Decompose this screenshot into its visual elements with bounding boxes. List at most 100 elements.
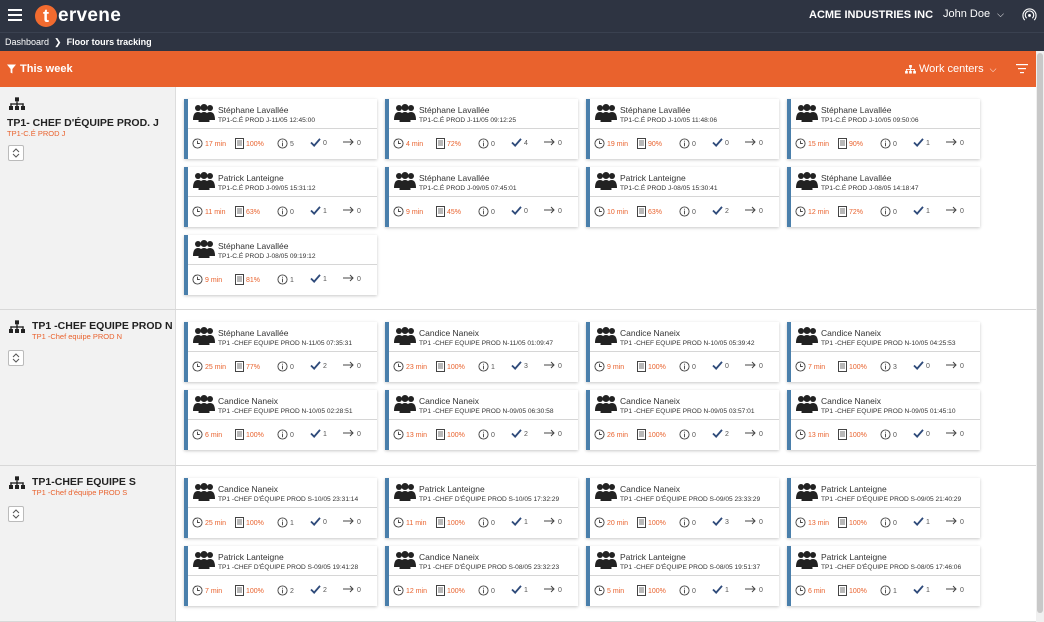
actions-stat: 0 — [946, 361, 964, 371]
sort-icon[interactable] — [1016, 64, 1028, 74]
period-filter[interactable]: This week — [7, 63, 73, 75]
user-menu[interactable]: John Doe ⌵ — [943, 8, 1004, 20]
tour-card[interactable]: Patrick Lanteigne TP1 -CHEF D'ÉQUIPE PROD… — [184, 546, 377, 606]
actions-value: 0 — [960, 362, 964, 370]
issues-stat: 0 — [478, 429, 495, 442]
expand-toggle-button[interactable] — [8, 145, 24, 161]
logo-mark: t — [35, 5, 57, 27]
checks-stat: 1 — [712, 585, 729, 596]
actions-value: 0 — [357, 586, 361, 594]
duration-stat: 25 min — [192, 361, 226, 374]
group-subtitle: TP1 -Chef equipe PROD N — [32, 332, 123, 341]
card-stats: 7 min 100% 3 0 0 — [791, 353, 980, 382]
check-icon — [712, 585, 725, 596]
check-icon — [913, 206, 926, 217]
checks-stat: 1 — [913, 138, 930, 149]
tour-card[interactable]: Patrick Lanteigne TP1 -CHEF D'ÉQUIPE PROD… — [586, 546, 779, 606]
completion-value: 100% — [648, 432, 666, 439]
tour-card[interactable]: Candice Naneix TP1 -CHEF EQUIPE PROD N-09… — [586, 390, 779, 450]
check-icon — [511, 206, 524, 217]
card-stats: 9 min 81% 1 1 0 — [188, 266, 377, 295]
duration-stat: 25 min — [192, 517, 226, 530]
tour-card[interactable]: Patrick Lanteigne TP1 -CHEF D'ÉQUIPE PROD… — [385, 478, 578, 538]
duration-stat: 12 min — [393, 585, 427, 598]
info-icon — [679, 138, 692, 151]
tour-card[interactable]: Patrick Lanteigne TP1 -CHEF D'ÉQUIPE PROD… — [787, 478, 980, 538]
work-centers-label: Work centers — [919, 63, 984, 75]
checks-stat: 1 — [511, 585, 528, 596]
tour-card[interactable]: Stéphane Lavallée TP1-C.É PROD J-08/05 14… — [787, 167, 980, 227]
tour-card[interactable]: Candice Naneix TP1 -CHEF EQUIPE PROD N-09… — [385, 390, 578, 450]
tour-card[interactable]: Candice Naneix TP1 -CHEF EQUIPE PROD N-10… — [787, 322, 980, 382]
tour-card[interactable]: Candice Naneix TP1 -CHEF D'ÉQUIPE PROD S-… — [586, 478, 779, 538]
logo[interactable]: t ervene — [35, 3, 121, 29]
scrollbar[interactable] — [1036, 51, 1044, 622]
info-icon — [679, 585, 692, 598]
info-icon — [880, 361, 893, 374]
checks-stat: 1 — [913, 517, 930, 528]
scrollbar-thumb[interactable] — [1037, 53, 1043, 613]
inspector-name: Stéphane Lavallée — [821, 173, 892, 183]
checks-value: 1 — [926, 140, 930, 147]
check-icon — [511, 517, 524, 528]
inspector-name: Stéphane Lavallée — [419, 105, 490, 115]
issues-stat: 3 — [880, 361, 897, 374]
tour-card[interactable]: Stéphane Lavallée TP1-C.É PROD J-09/05 07… — [385, 167, 578, 227]
tour-card[interactable]: Stéphane Lavallée TP1-C.É PROD J-08/05 09… — [184, 235, 377, 295]
issues-value: 2 — [290, 588, 294, 595]
checklist-icon — [235, 274, 246, 287]
expand-toggle-button[interactable] — [8, 506, 24, 522]
arrow-right-icon — [343, 206, 357, 216]
tour-card[interactable]: Stéphane Lavallée TP1-C.É PROD J-10/05 09… — [787, 99, 980, 159]
work-centers-dropdown[interactable]: Work centers ⌵ — [905, 63, 996, 75]
tour-card[interactable]: Patrick Lanteigne TP1 -CHEF D'ÉQUIPE PROD… — [787, 546, 980, 606]
tour-card[interactable]: Stéphane Lavallée TP1-C.É PROD J-10/05 11… — [586, 99, 779, 159]
clock-icon — [192, 138, 205, 151]
tour-card[interactable]: Candice Naneix TP1 -CHEF EQUIPE PROD N-10… — [586, 322, 779, 382]
checks-value: 0 — [524, 208, 528, 215]
checks-stat: 2 — [712, 206, 729, 217]
issues-stat: 0 — [679, 361, 696, 374]
tour-card[interactable]: Candice Naneix TP1 -CHEF EQUIPE PROD N-11… — [385, 322, 578, 382]
checks-value: 0 — [926, 431, 930, 438]
card-stats: 6 min 100% 0 1 0 — [188, 421, 377, 450]
tour-reference: TP1 -CHEF EQUIPE PROD N-11/05 07:35:31 — [218, 340, 352, 347]
actions-value: 0 — [960, 207, 964, 215]
team-icon — [796, 483, 818, 501]
tour-card[interactable]: Candice Naneix TP1 -CHEF D'ÉQUIPE PROD S-… — [184, 478, 377, 538]
team-icon — [193, 172, 215, 190]
issues-stat: 0 — [880, 138, 897, 151]
checks-value: 0 — [926, 363, 930, 370]
checks-value: 3 — [725, 519, 729, 526]
card-header: Candice Naneix TP1 -CHEF EQUIPE PROD N-09… — [389, 390, 578, 420]
card-stats: 13 min 100% 0 1 0 — [791, 509, 980, 538]
broadcast-icon[interactable] — [1022, 7, 1037, 22]
breadcrumb-dashboard[interactable]: Dashboard — [5, 37, 49, 47]
tour-card[interactable]: Candice Naneix TP1 -CHEF D'ÉQUIPE PROD S-… — [385, 546, 578, 606]
tour-card[interactable]: Stéphane Lavallée TP1-C.É PROD J-11/05 12… — [184, 99, 377, 159]
info-icon — [277, 361, 290, 374]
completion-value: 90% — [648, 141, 663, 148]
actions-value: 0 — [357, 207, 361, 215]
tour-card[interactable]: Candice Naneix TP1 -CHEF EQUIPE PROD N-10… — [184, 390, 377, 450]
tour-card[interactable]: Candice Naneix TP1 -CHEF EQUIPE PROD N-09… — [787, 390, 980, 450]
hierarchy-icon — [9, 97, 25, 111]
info-icon — [277, 138, 290, 151]
tour-card[interactable]: Stéphane Lavallée TP1-C.É PROD J-11/05 09… — [385, 99, 578, 159]
tour-card[interactable]: Stéphane Lavallée TP1 -CHEF EQUIPE PROD N… — [184, 322, 377, 382]
completion-value: 100% — [246, 432, 264, 439]
actions-stat: 0 — [745, 517, 763, 527]
actions-stat: 0 — [544, 429, 562, 439]
expand-toggle-button[interactable] — [8, 350, 24, 366]
duration-value: 10 min — [607, 209, 629, 216]
issues-stat: 0 — [679, 138, 696, 151]
duration-stat: 9 min — [393, 206, 423, 219]
card-header: Candice Naneix TP1 -CHEF EQUIPE PROD N-10… — [590, 322, 779, 352]
inspector-name: Patrick Lanteigne — [218, 552, 284, 562]
arrow-right-icon — [343, 138, 357, 148]
checklist-icon — [838, 429, 849, 442]
tour-card[interactable]: Patrick Lanteigne TP1-C.É PROD J-09/05 15… — [184, 167, 377, 227]
tour-card[interactable]: Patrick Lanteigne TP1-C.É PROD J-08/05 15… — [586, 167, 779, 227]
issues-stat: 1 — [880, 585, 897, 598]
menu-icon[interactable] — [8, 9, 22, 21]
